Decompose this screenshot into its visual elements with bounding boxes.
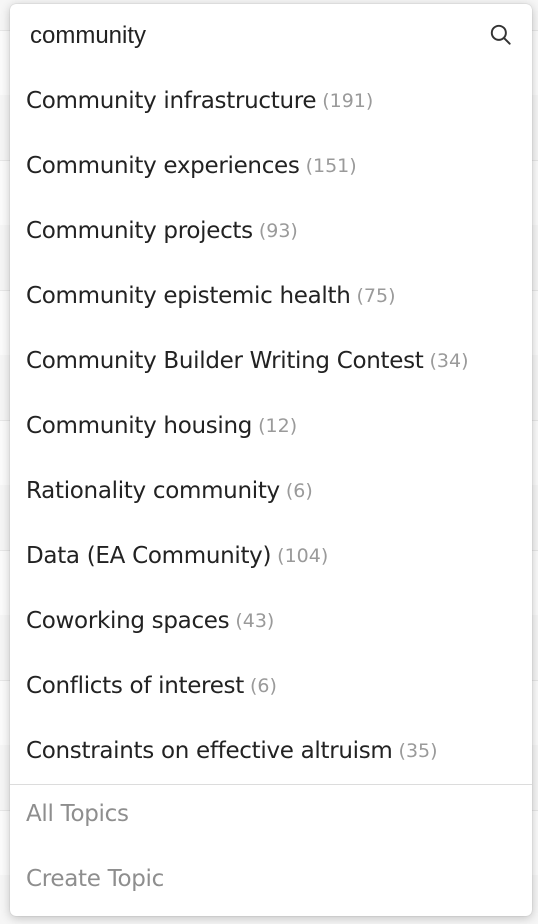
topic-post-count: (75) <box>356 284 396 307</box>
topic-name: Data (EA Community) <box>26 542 272 569</box>
topic-post-count: (35) <box>398 739 438 762</box>
topic-post-count: (34) <box>429 349 469 372</box>
topic-name: Constraints on effective altruism <box>26 737 393 764</box>
topic-result[interactable]: Conflicts of interest (6) <box>10 653 532 718</box>
topic-result[interactable]: Community infrastructure (191) <box>10 68 532 133</box>
topic-name: Coworking spaces <box>26 607 230 634</box>
topic-name: Community projects <box>26 217 253 244</box>
topic-post-count: (93) <box>258 219 298 242</box>
topic-name: Conflicts of interest <box>26 672 244 699</box>
topic-result[interactable]: Community Builder Writing Contest (34) <box>10 328 532 393</box>
topic-name: Rationality community <box>26 477 280 504</box>
topic-result[interactable]: Community projects (93) <box>10 198 532 263</box>
topic-result[interactable]: Rationality community (6) <box>10 458 532 523</box>
topic-results-list: Community infrastructure (191) Community… <box>10 68 532 783</box>
topic-post-count: (6) <box>249 674 277 697</box>
topic-post-count: (104) <box>277 544 329 567</box>
search-icon[interactable] <box>488 22 514 48</box>
topic-post-count: (191) <box>322 89 374 112</box>
all-topics-link[interactable]: All Topics <box>26 801 129 827</box>
divider <box>10 784 532 785</box>
topic-result[interactable]: Community experiences (151) <box>10 133 532 198</box>
topic-result[interactable]: Data (EA Community) (104) <box>10 523 532 588</box>
search-row <box>10 4 532 68</box>
topic-name: Community housing <box>26 412 253 439</box>
topic-name: Community epistemic health <box>26 282 351 309</box>
topic-post-count: (12) <box>258 414 298 437</box>
create-topic-link[interactable]: Create Topic <box>26 866 164 892</box>
topic-name: Community experiences <box>26 152 300 179</box>
topic-name: Community Builder Writing Contest <box>26 347 424 374</box>
topic-result[interactable]: Constraints on effective altruism (35) <box>10 718 532 783</box>
topic-post-count: (151) <box>305 154 357 177</box>
topic-name: Community infrastructure <box>26 87 317 114</box>
topic-post-count: (6) <box>285 479 313 502</box>
search-input[interactable] <box>30 18 470 54</box>
topic-result[interactable]: Community housing (12) <box>10 393 532 458</box>
topic-search-dropdown: Community infrastructure (191) Community… <box>10 4 532 916</box>
topic-post-count: (43) <box>235 609 275 632</box>
topic-result[interactable]: Coworking spaces (43) <box>10 588 532 653</box>
topic-result[interactable]: Community epistemic health (75) <box>10 263 532 328</box>
